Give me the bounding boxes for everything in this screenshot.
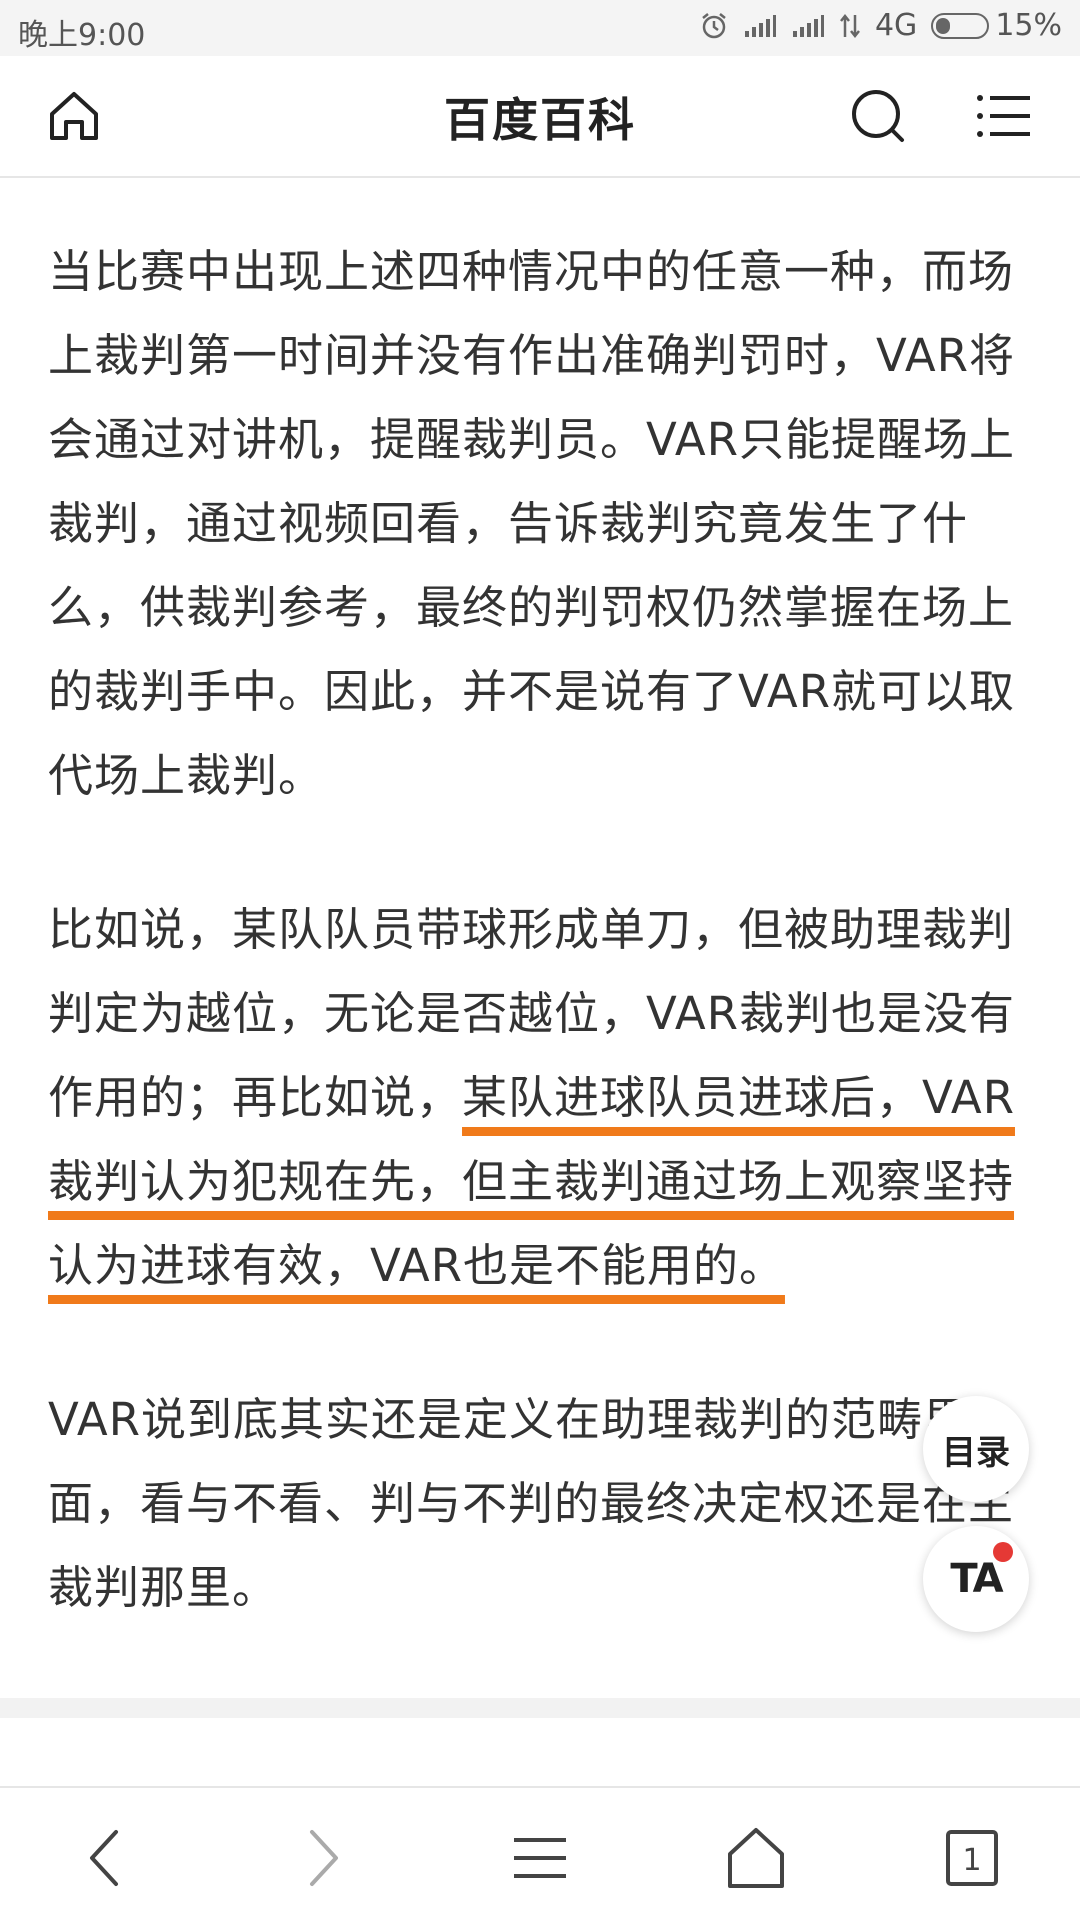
- search-icon: [852, 90, 904, 142]
- menu-icon: [514, 1838, 566, 1878]
- back-icon: [90, 1830, 118, 1886]
- toc-button[interactable]: 目录: [923, 1396, 1029, 1502]
- tabs-button[interactable]: 1: [932, 1818, 1012, 1898]
- app-header: 百度百科: [0, 56, 1080, 178]
- notification-dot: [993, 1542, 1013, 1562]
- paragraph-1: 当比赛中出现上述四种情况中的任意一种，而场上裁判第一时间并没有作出准确判罚时，V…: [48, 245, 1015, 802]
- menu-icon: [977, 95, 1030, 137]
- browser-home-button[interactable]: [716, 1818, 796, 1898]
- battery-percent: 15%: [995, 8, 1062, 43]
- ta-button[interactable]: TA: [923, 1526, 1029, 1632]
- home-icon: [728, 1828, 784, 1888]
- paragraph-3: VAR说到底其实还是定义在助理裁判的范畴里面，看与不看、判与不判的最终决定权还是…: [48, 1393, 1015, 1614]
- forward-icon: [310, 1830, 338, 1886]
- battery-indicator: 15%: [931, 8, 1062, 43]
- page-title: 百度百科: [444, 93, 636, 147]
- signal-icon: [743, 13, 777, 39]
- toc-label: 目录: [942, 1432, 1010, 1473]
- battery-icon: [931, 12, 990, 39]
- article-body: 当比赛中出现上述四种情况中的任意一种，而场上裁判第一时间并没有作出准确判罚时，V…: [48, 230, 1032, 1700]
- next-section: 人工介入: [0, 1718, 1080, 1788]
- menu-button[interactable]: [972, 84, 1036, 148]
- data-transfer-icon: [839, 13, 861, 39]
- tabs-icon: 1: [946, 1830, 998, 1886]
- status-bar: 晚上9:00 4G 15%: [0, 0, 1080, 56]
- paragraph-2: 比如说，某队队员带球形成单刀，但被助理裁判判定为越位，无论是否越位，VAR裁判也…: [48, 888, 1032, 1308]
- alarm-icon: [699, 11, 729, 41]
- signal-icon-2: [791, 13, 825, 39]
- tab-count: 1: [962, 1843, 981, 1878]
- browser-menu-button[interactable]: [500, 1818, 580, 1898]
- ta-label: TA: [950, 1556, 1003, 1602]
- status-time: 晚上9:00: [18, 18, 146, 53]
- network-type: 4G: [874, 8, 918, 43]
- search-button[interactable]: [846, 84, 910, 148]
- bottom-nav-bar: 1: [0, 1786, 1080, 1922]
- section-divider: [0, 1698, 1080, 1718]
- back-button[interactable]: [66, 1818, 146, 1898]
- forward-button[interactable]: [282, 1818, 362, 1898]
